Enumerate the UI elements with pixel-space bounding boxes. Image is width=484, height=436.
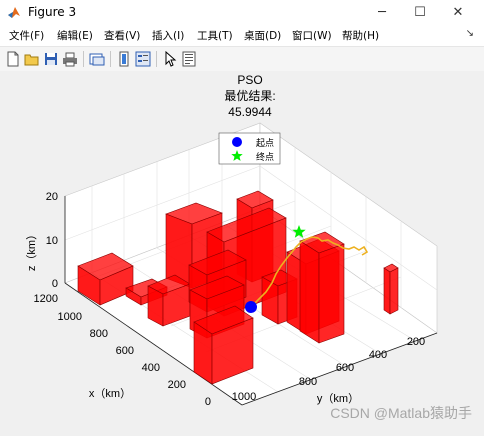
legend-label-end: 终点 <box>256 151 274 162</box>
legend-start-marker <box>232 137 242 147</box>
save-icon[interactable] <box>43 51 59 67</box>
menu-insert[interactable]: 插入(I) <box>152 28 184 43</box>
window-titlebar: Figure 3 ─ ☐ ✕ <box>0 0 484 24</box>
chart-title-line-1: PSO <box>237 73 262 87</box>
y-tick-label: 200 <box>407 336 425 348</box>
toolbar-separator <box>156 51 157 67</box>
y-tick-label: 400 <box>369 349 387 361</box>
colorbar-icon[interactable] <box>116 51 132 67</box>
z-axis-label: z（km） <box>25 229 38 271</box>
x-tick-label: 200 <box>168 379 186 391</box>
menu-help[interactable]: 帮助(H) <box>342 28 379 43</box>
new-figure-icon[interactable] <box>5 51 21 67</box>
x-tick-label: 400 <box>142 362 160 374</box>
maximize-button[interactable]: ☐ <box>402 0 438 24</box>
close-button[interactable]: ✕ <box>440 0 476 24</box>
menu-window[interactable]: 窗口(W) <box>292 28 332 43</box>
y-tick-label: 1000 <box>232 391 256 403</box>
figure-canvas: PSO 最优结果: 45.9944 起点 终点 0 10 20 z（km） 0 … <box>0 71 484 432</box>
window-title: Figure 3 <box>28 5 77 19</box>
print-icon[interactable] <box>62 51 78 67</box>
x-axis-label: x（km） <box>89 387 131 400</box>
y-tick-label: 600 <box>336 362 354 374</box>
y-axis-label: y（km） <box>317 392 359 405</box>
obstacle-box <box>299 231 345 344</box>
open-file-icon[interactable] <box>24 51 40 67</box>
start-point-marker <box>245 301 257 313</box>
menu-bar: 文件(F) 编辑(E) 查看(V) 插入(I) 工具(T) 桌面(D) 窗口(W… <box>0 24 484 46</box>
legend-label-start: 起点 <box>256 138 274 148</box>
menu-desktop[interactable]: 桌面(D) <box>244 28 281 43</box>
matlab-icon <box>8 7 20 18</box>
menu-overflow-icon[interactable]: ↘ <box>466 28 474 39</box>
x-tick-label: 1200 <box>34 293 58 305</box>
z-tick-label: 10 <box>46 235 58 247</box>
z-tick-label: 20 <box>46 191 58 203</box>
legend-icon[interactable] <box>135 51 151 67</box>
x-tick-label: 800 <box>90 328 108 340</box>
z-tick-label: 0 <box>52 278 58 290</box>
z-axis: 0 10 20 z（km） <box>25 191 58 290</box>
toolbar <box>0 46 484 72</box>
menu-file[interactable]: 文件(F) <box>9 28 44 43</box>
chart-title-line-3: 45.9944 <box>228 105 272 119</box>
menu-tools[interactable]: 工具(T) <box>197 28 233 43</box>
x-tick-label: 0 <box>205 396 211 408</box>
legend[interactable]: 起点 终点 <box>218 132 281 165</box>
toolbar-separator <box>83 51 84 67</box>
link-plot-icon[interactable] <box>89 51 105 67</box>
property-editor-icon[interactable] <box>181 51 197 67</box>
watermark-text: CSDN @Matlab猿助手 <box>330 405 472 421</box>
pointer-icon[interactable] <box>162 51 178 67</box>
x-tick-label: 1000 <box>58 311 82 323</box>
chart-title-line-2: 最优结果: <box>224 89 275 103</box>
menu-edit[interactable]: 编辑(E) <box>57 28 93 43</box>
plot-svg: PSO 最优结果: 45.9944 起点 终点 0 10 20 z（km） 0 … <box>25 73 472 421</box>
toolbar-separator <box>110 51 111 67</box>
minimize-button[interactable]: ─ <box>364 0 400 24</box>
y-tick-label: 800 <box>299 376 317 388</box>
menu-view[interactable]: 查看(V) <box>104 28 140 43</box>
obstacle-box <box>383 263 399 315</box>
x-tick-label: 600 <box>116 345 134 357</box>
